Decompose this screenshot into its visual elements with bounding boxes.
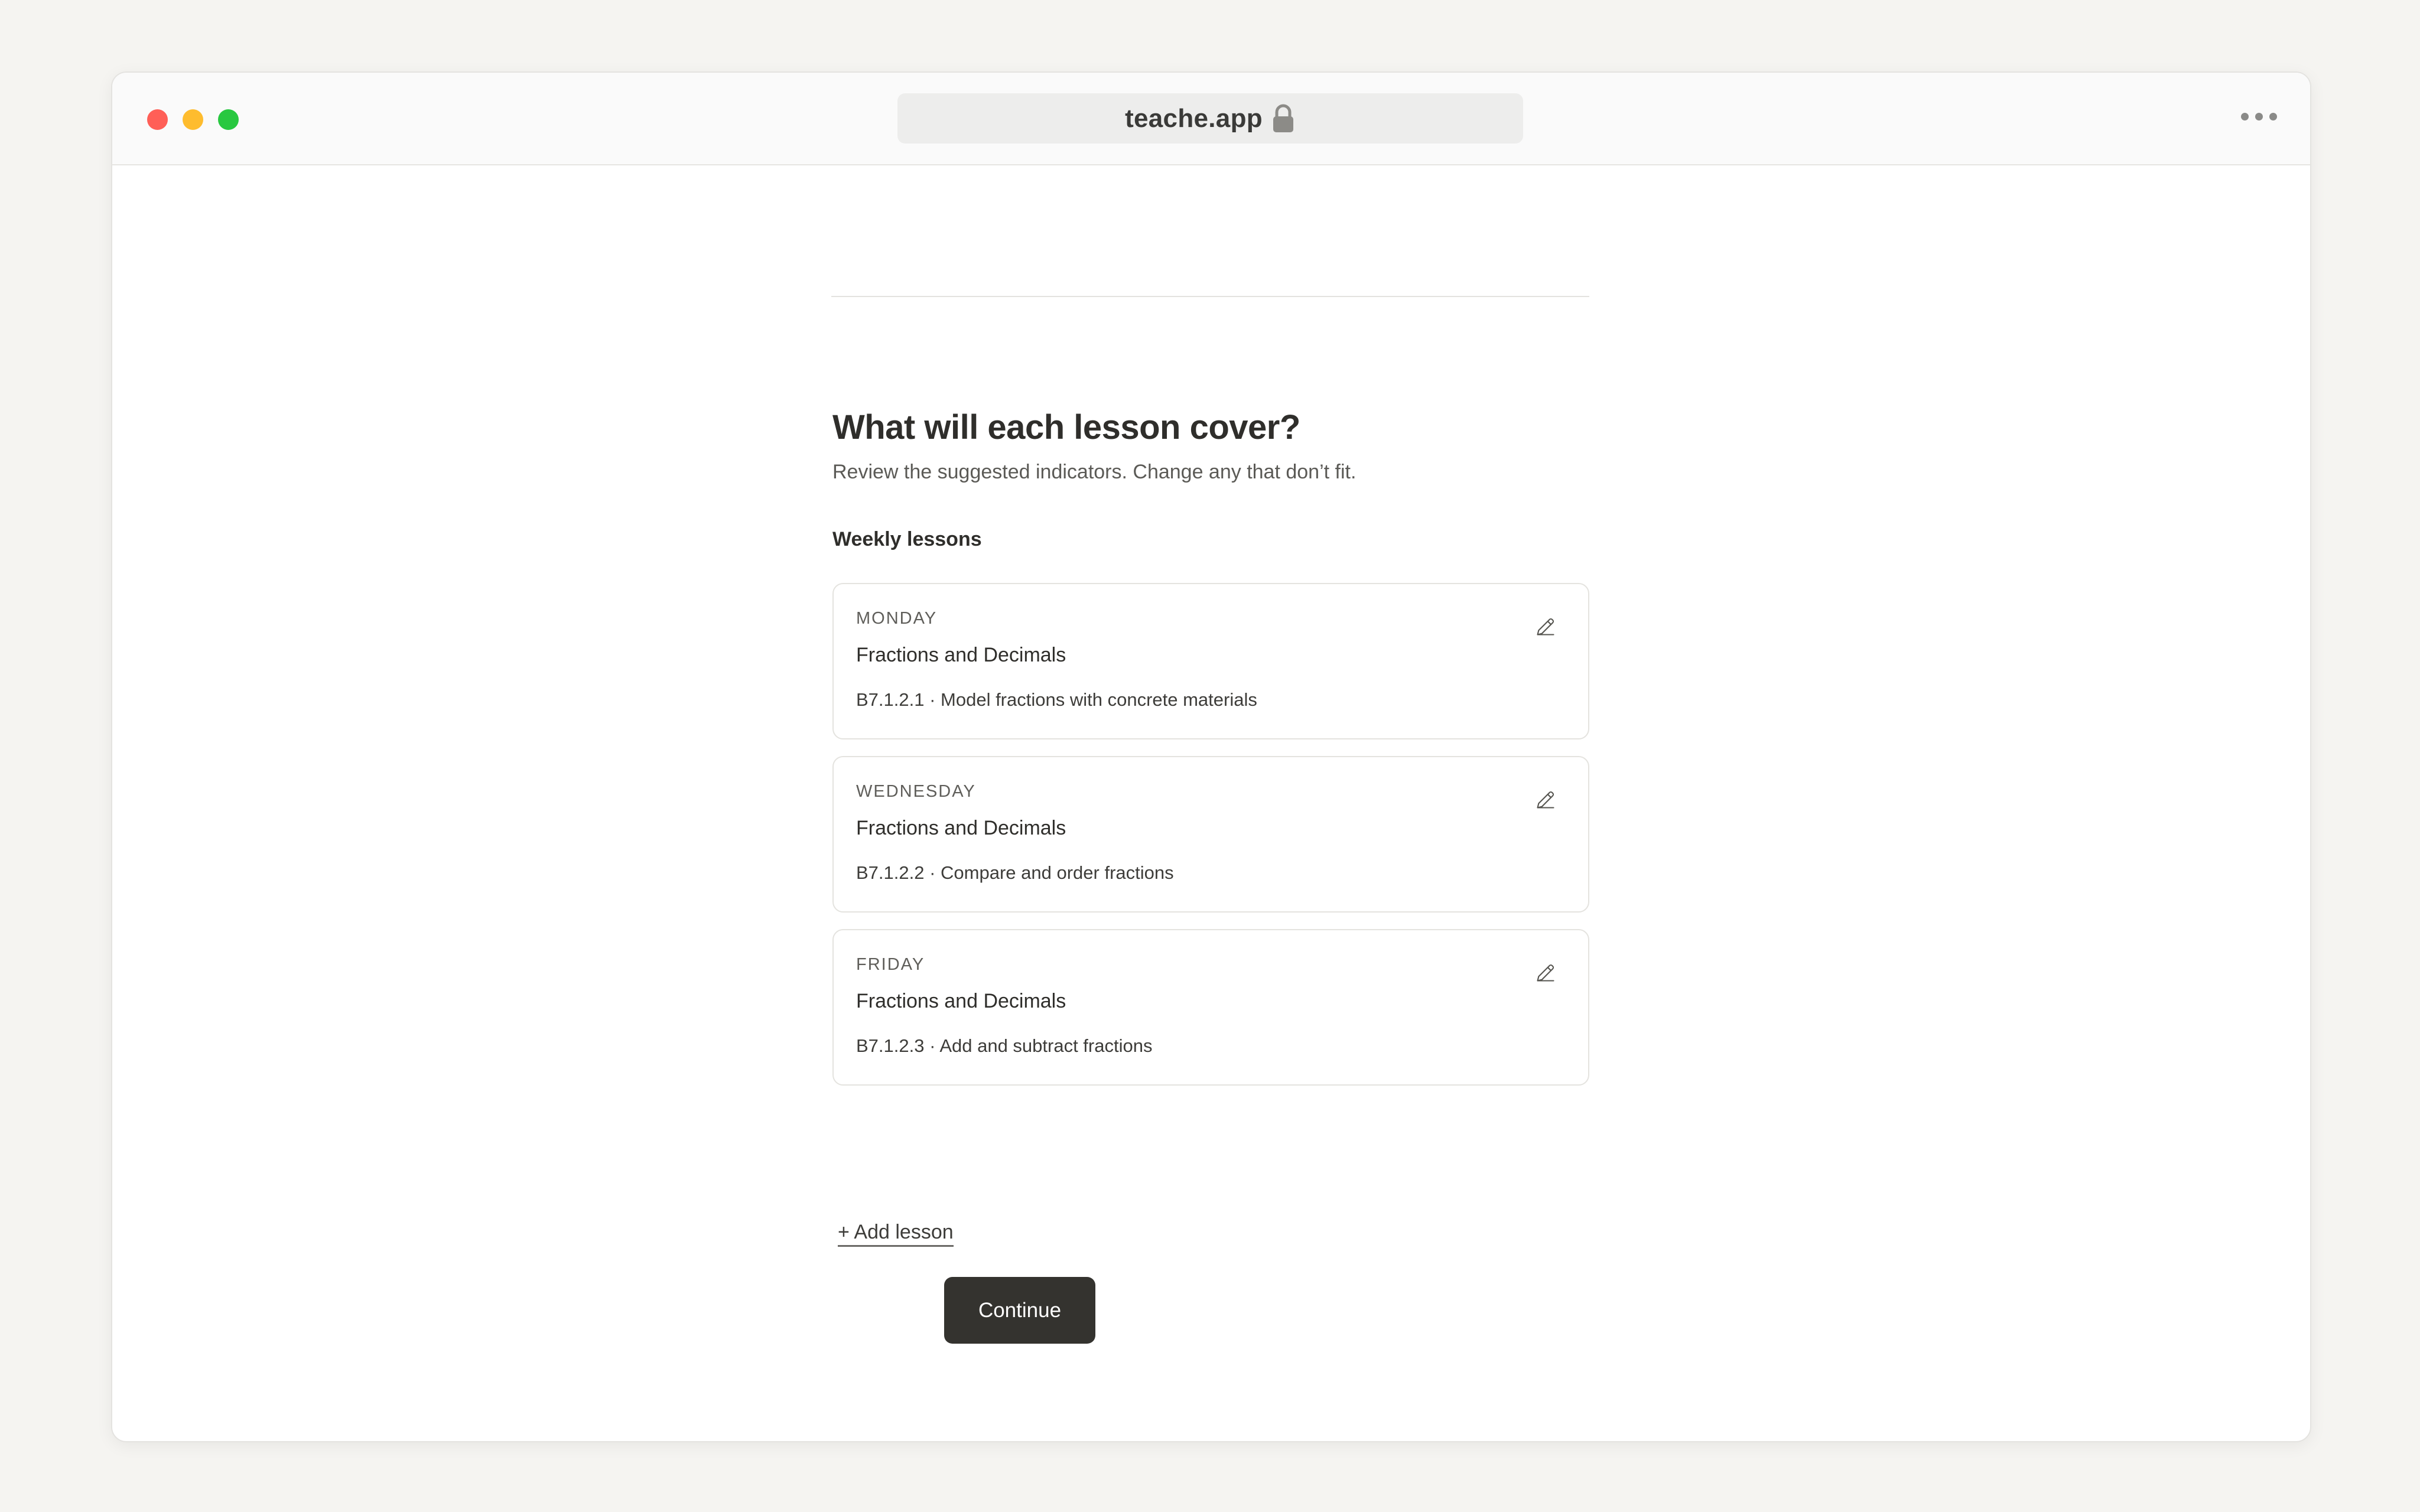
pencil-icon <box>1537 964 1554 982</box>
minimize-window-button[interactable] <box>183 109 203 130</box>
url-text: teache.app <box>1125 103 1263 133</box>
lesson-day: WEDNESDAY <box>856 782 976 801</box>
ellipsis-icon[interactable] <box>2241 113 2277 120</box>
lesson-list: MONDAY Fractions and Decimals B7.1.2.1 ·… <box>832 583 1589 1102</box>
edit-lesson-button[interactable] <box>1533 960 1559 986</box>
page-subtitle: Review the suggested indicators. Change … <box>832 461 1357 483</box>
lesson-card: FRIDAY Fractions and Decimals B7.1.2.3 ·… <box>832 929 1589 1086</box>
lock-icon <box>1271 104 1296 133</box>
address-bar[interactable]: teache.app <box>897 93 1523 144</box>
pencil-icon <box>1537 791 1554 809</box>
pencil-icon <box>1537 618 1554 636</box>
divider <box>831 296 1589 297</box>
continue-button[interactable]: Continue <box>944 1277 1095 1344</box>
edit-lesson-button[interactable] <box>1533 787 1559 813</box>
lesson-indicator: B7.1.2.3 · Add and subtract fractions <box>856 1035 1153 1056</box>
lesson-indicator: B7.1.2.1 · Model fractions with concrete… <box>856 689 1257 710</box>
edit-lesson-button[interactable] <box>1533 614 1559 640</box>
page-content: What will each lesson cover? Review the … <box>112 165 2310 1441</box>
lesson-subject: Fractions and Decimals <box>856 817 1066 839</box>
add-lesson-link[interactable]: + Add lesson <box>838 1221 954 1247</box>
browser-titlebar: teache.app <box>112 73 2310 165</box>
zoom-window-button[interactable] <box>218 109 239 130</box>
lesson-subject: Fractions and Decimals <box>856 990 1066 1012</box>
page-title: What will each lesson cover? <box>832 408 1300 447</box>
browser-window: teache.app What will each lesson cover? … <box>111 71 2311 1442</box>
lesson-subject: Fractions and Decimals <box>856 644 1066 666</box>
lesson-card: MONDAY Fractions and Decimals B7.1.2.1 ·… <box>832 583 1589 739</box>
lesson-day: MONDAY <box>856 609 938 628</box>
lesson-day: FRIDAY <box>856 955 925 974</box>
lesson-card: WEDNESDAY Fractions and Decimals B7.1.2.… <box>832 756 1589 913</box>
section-label: Weekly lessons <box>832 528 982 550</box>
close-window-button[interactable] <box>147 109 168 130</box>
lesson-indicator: B7.1.2.2 · Compare and order fractions <box>856 862 1174 883</box>
